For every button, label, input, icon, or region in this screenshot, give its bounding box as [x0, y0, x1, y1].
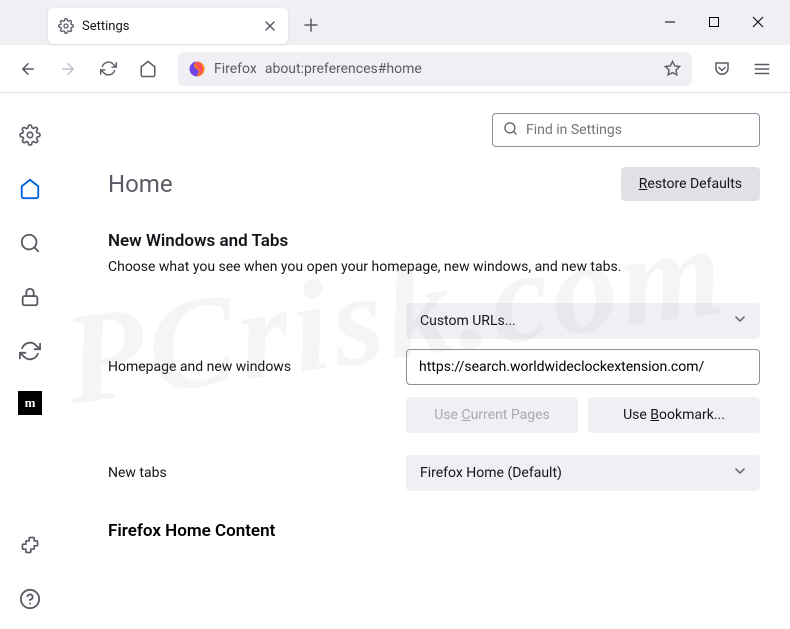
sidebar-item-sync[interactable] [16, 337, 44, 365]
settings-search[interactable] [492, 113, 760, 147]
titlebar: Settings [0, 0, 790, 45]
browser-tab[interactable]: Settings [48, 8, 288, 44]
chevron-down-icon [734, 313, 746, 329]
firefox-home-content-heading: Firefox Home Content [108, 521, 760, 541]
sidebar-item-help[interactable] [16, 585, 44, 613]
main-panel: Home Restore Defaults New Windows and Ta… [60, 93, 790, 629]
content: m Home Restore Defaults New Windows and … [0, 93, 790, 629]
newtabs-label: New tabs [108, 465, 388, 481]
firefox-icon [188, 60, 206, 78]
sidebar-item-general[interactable] [16, 121, 44, 149]
select-value: Custom URLs... [420, 313, 516, 329]
gear-icon [58, 18, 74, 34]
back-button[interactable] [10, 51, 46, 87]
address-url: about:preferences#home [265, 61, 654, 77]
use-current-pages-button[interactable]: Use Current Pages [406, 397, 578, 433]
address-bar[interactable]: Firefox about:preferences#home [178, 52, 692, 86]
reload-button[interactable] [90, 51, 126, 87]
close-icon[interactable] [262, 18, 278, 34]
use-bookmark-button[interactable]: Use Bookmark... [588, 397, 760, 433]
close-button[interactable] [748, 12, 768, 32]
window-controls [660, 0, 790, 32]
sidebar-item-home[interactable] [16, 175, 44, 203]
toolbar: Firefox about:preferences#home [0, 45, 790, 93]
app-menu-button[interactable] [744, 51, 780, 87]
new-tab-button[interactable] [296, 10, 326, 40]
newtabs-select[interactable]: Firefox Home (Default) [406, 455, 760, 491]
tab-title: Settings [82, 19, 262, 34]
restore-defaults-button[interactable]: Restore Defaults [621, 167, 760, 201]
sidebar-item-mozilla[interactable]: m [18, 391, 42, 415]
sidebar-item-privacy[interactable] [16, 283, 44, 311]
address-context: Firefox [214, 61, 257, 77]
settings-search-input[interactable] [526, 122, 749, 138]
homepage-mode-select[interactable]: Custom URLs... [406, 303, 760, 339]
sidebar-item-search[interactable] [16, 229, 44, 257]
home-button[interactable] [130, 51, 166, 87]
homepage-label: Homepage and new windows [108, 359, 388, 375]
bookmark-star-icon[interactable] [662, 60, 682, 77]
search-icon [503, 121, 518, 140]
select-value: Firefox Home (Default) [420, 465, 562, 481]
forward-button[interactable] [50, 51, 86, 87]
sidebar: m [0, 93, 60, 629]
minimize-button[interactable] [660, 12, 680, 32]
homepage-url-input[interactable] [406, 349, 760, 385]
section-description: Choose what you see when you open your h… [108, 259, 760, 275]
sidebar-item-extensions[interactable] [16, 531, 44, 559]
maximize-button[interactable] [704, 12, 724, 32]
pocket-button[interactable] [704, 51, 740, 87]
chevron-down-icon [734, 465, 746, 481]
section-heading: New Windows and Tabs [108, 231, 760, 251]
page-title: Home [108, 170, 173, 198]
